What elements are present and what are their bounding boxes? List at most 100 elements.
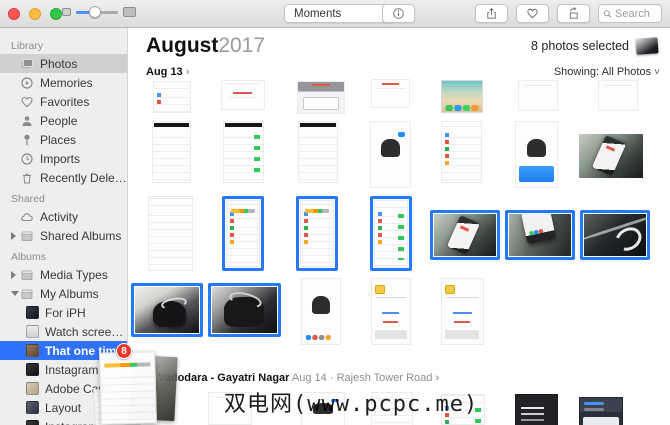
thumbnail-size-small-icon xyxy=(62,8,71,16)
album-thumbnail-icon xyxy=(26,382,39,395)
photo-thumbnail-image xyxy=(579,134,643,178)
photo-thumbnail[interactable] xyxy=(441,278,484,345)
album-icon xyxy=(20,268,34,282)
photo-thumbnail[interactable] xyxy=(515,394,558,425)
sidebar-item-photos[interactable]: Photos xyxy=(0,54,127,73)
sidebar-item-label: My Albums xyxy=(40,286,99,301)
heart-icon xyxy=(20,95,34,109)
disclosure-triangle-icon[interactable] xyxy=(11,270,20,279)
moment-sublocation[interactable]: Rajesh Tower Road xyxy=(337,372,433,384)
photo-thumbnail-selected[interactable] xyxy=(370,196,412,271)
rotate-button[interactable] xyxy=(557,4,590,23)
disclosure-triangle-icon[interactable] xyxy=(11,231,20,240)
photo-thumbnail[interactable] xyxy=(153,81,191,113)
share-button[interactable] xyxy=(475,4,508,23)
photo-thumbnail-selected[interactable] xyxy=(222,196,264,271)
sidebar-item-label: Layout xyxy=(45,400,82,415)
photo-thumbnail-selected[interactable] xyxy=(580,210,650,260)
album-thumbnail-icon xyxy=(26,363,39,376)
photo-thumbnail[interactable] xyxy=(441,121,482,183)
photo-thumbnail-selected[interactable] xyxy=(296,196,338,271)
photo-thumbnail-image xyxy=(441,121,482,183)
photo-thumbnail[interactable] xyxy=(579,397,623,425)
photo-thumbnail[interactable] xyxy=(515,121,558,188)
search-icon xyxy=(603,9,612,18)
sidebar-item-label: Imports xyxy=(40,151,81,166)
album-thumbnail-icon xyxy=(26,344,39,357)
sidebar-item-places[interactable]: Places xyxy=(0,130,127,149)
photo-thumbnail-image xyxy=(441,278,484,345)
info-icon xyxy=(393,8,404,19)
sidebar-item-watch-screensh[interactable]: Watch screensh… xyxy=(0,322,127,341)
minimize-button[interactable] xyxy=(29,8,41,20)
photo-thumbnail-image xyxy=(370,121,411,188)
album-thumbnail-icon xyxy=(26,401,39,414)
photo-thumbnail[interactable] xyxy=(298,121,338,183)
trash-icon xyxy=(20,171,34,185)
photo-thumbnail[interactable] xyxy=(152,121,191,183)
photo-thumbnail[interactable] xyxy=(598,80,638,111)
photo-thumbnail[interactable] xyxy=(441,80,483,113)
photo-thumbnail[interactable] xyxy=(297,81,345,114)
photo-thumbnail-image xyxy=(297,81,345,114)
photo-thumbnail-selected[interactable] xyxy=(430,210,500,260)
zoom-window-button[interactable] xyxy=(50,8,62,20)
photo-thumbnail-image xyxy=(223,121,264,183)
sidebar-item-label: Recently Deleted xyxy=(40,170,127,185)
album-thumbnail-icon xyxy=(26,306,39,319)
photo-thumbnail-selected[interactable] xyxy=(505,210,575,260)
sidebar-item-memories[interactable]: Memories xyxy=(0,73,127,92)
sidebar-section-shared: Shared xyxy=(11,193,45,205)
sidebar-item-label: People xyxy=(40,113,78,128)
photo-thumbnail-image xyxy=(226,200,260,267)
photo-thumbnail-selected[interactable] xyxy=(208,283,281,337)
sidebar-item-favorites[interactable]: Favorites xyxy=(0,92,127,111)
photo-grid xyxy=(128,28,670,425)
close-button[interactable] xyxy=(8,8,20,20)
search-field[interactable] xyxy=(598,4,662,23)
sidebar-section-albums: Albums xyxy=(11,251,47,263)
view-mode-selector[interactable]: Moments xyxy=(284,4,396,23)
info-button[interactable] xyxy=(382,4,415,23)
chevron-right-icon: › xyxy=(435,372,440,384)
photo-thumbnail-image xyxy=(148,196,193,271)
photo-thumbnail[interactable] xyxy=(223,121,264,183)
photo-thumbnail-image xyxy=(515,394,558,425)
sidebar-item-label: Watch screensh… xyxy=(45,324,127,339)
sidebar-item-people[interactable]: People xyxy=(0,111,127,130)
sidebar-item-activity[interactable]: Activity xyxy=(0,207,127,226)
sidebar-item-imports[interactable]: Imports xyxy=(0,149,127,168)
photo-thumbnail[interactable] xyxy=(148,196,193,271)
photos-icon xyxy=(20,57,34,71)
moment-date: Aug 14 xyxy=(291,372,327,384)
sidebar-item-label: Memories xyxy=(40,75,93,90)
photo-thumbnail[interactable] xyxy=(371,79,410,108)
photo-thumbnail-image xyxy=(509,214,571,256)
photo-thumbnail[interactable] xyxy=(301,278,341,345)
photo-thumbnail-selected[interactable] xyxy=(131,283,203,337)
share-icon xyxy=(487,7,496,19)
sidebar-item-recently-deleted[interactable]: Recently Deleted xyxy=(0,168,127,187)
sidebar-item-for-iph[interactable]: For iPH xyxy=(0,303,127,322)
search-input[interactable] xyxy=(615,7,657,20)
photo-thumbnail-image xyxy=(153,81,191,113)
pin-icon xyxy=(20,133,34,147)
favorite-button[interactable] xyxy=(516,4,549,23)
photo-thumbnail[interactable] xyxy=(221,80,265,110)
sidebar-item-media-types[interactable]: Media Types xyxy=(0,265,127,284)
sidebar-item-label: Instagram xyxy=(45,362,99,377)
thumbnail-zoom-slider[interactable] xyxy=(76,6,118,18)
view-mode-label: Moments xyxy=(294,7,342,20)
disclosure-triangle-icon[interactable] xyxy=(11,291,20,296)
photo-thumbnail[interactable] xyxy=(370,121,411,188)
photo-thumbnail[interactable] xyxy=(371,278,411,345)
slider-knob[interactable] xyxy=(89,6,101,18)
thumbnail-zoom-control xyxy=(62,6,136,18)
photo-thumbnail[interactable] xyxy=(579,134,643,178)
photo-thumbnail[interactable] xyxy=(518,80,558,111)
sidebar-item-shared-albums[interactable]: Shared Albums xyxy=(0,226,127,245)
sidebar-item-label: Instagram xyxy=(45,420,98,425)
photos-app-window: Moments Library Photos Memories Favorites Pe… xyxy=(0,0,670,425)
clock-icon xyxy=(20,152,34,166)
sidebar-item-my-albums[interactable]: My Albums xyxy=(0,284,127,303)
